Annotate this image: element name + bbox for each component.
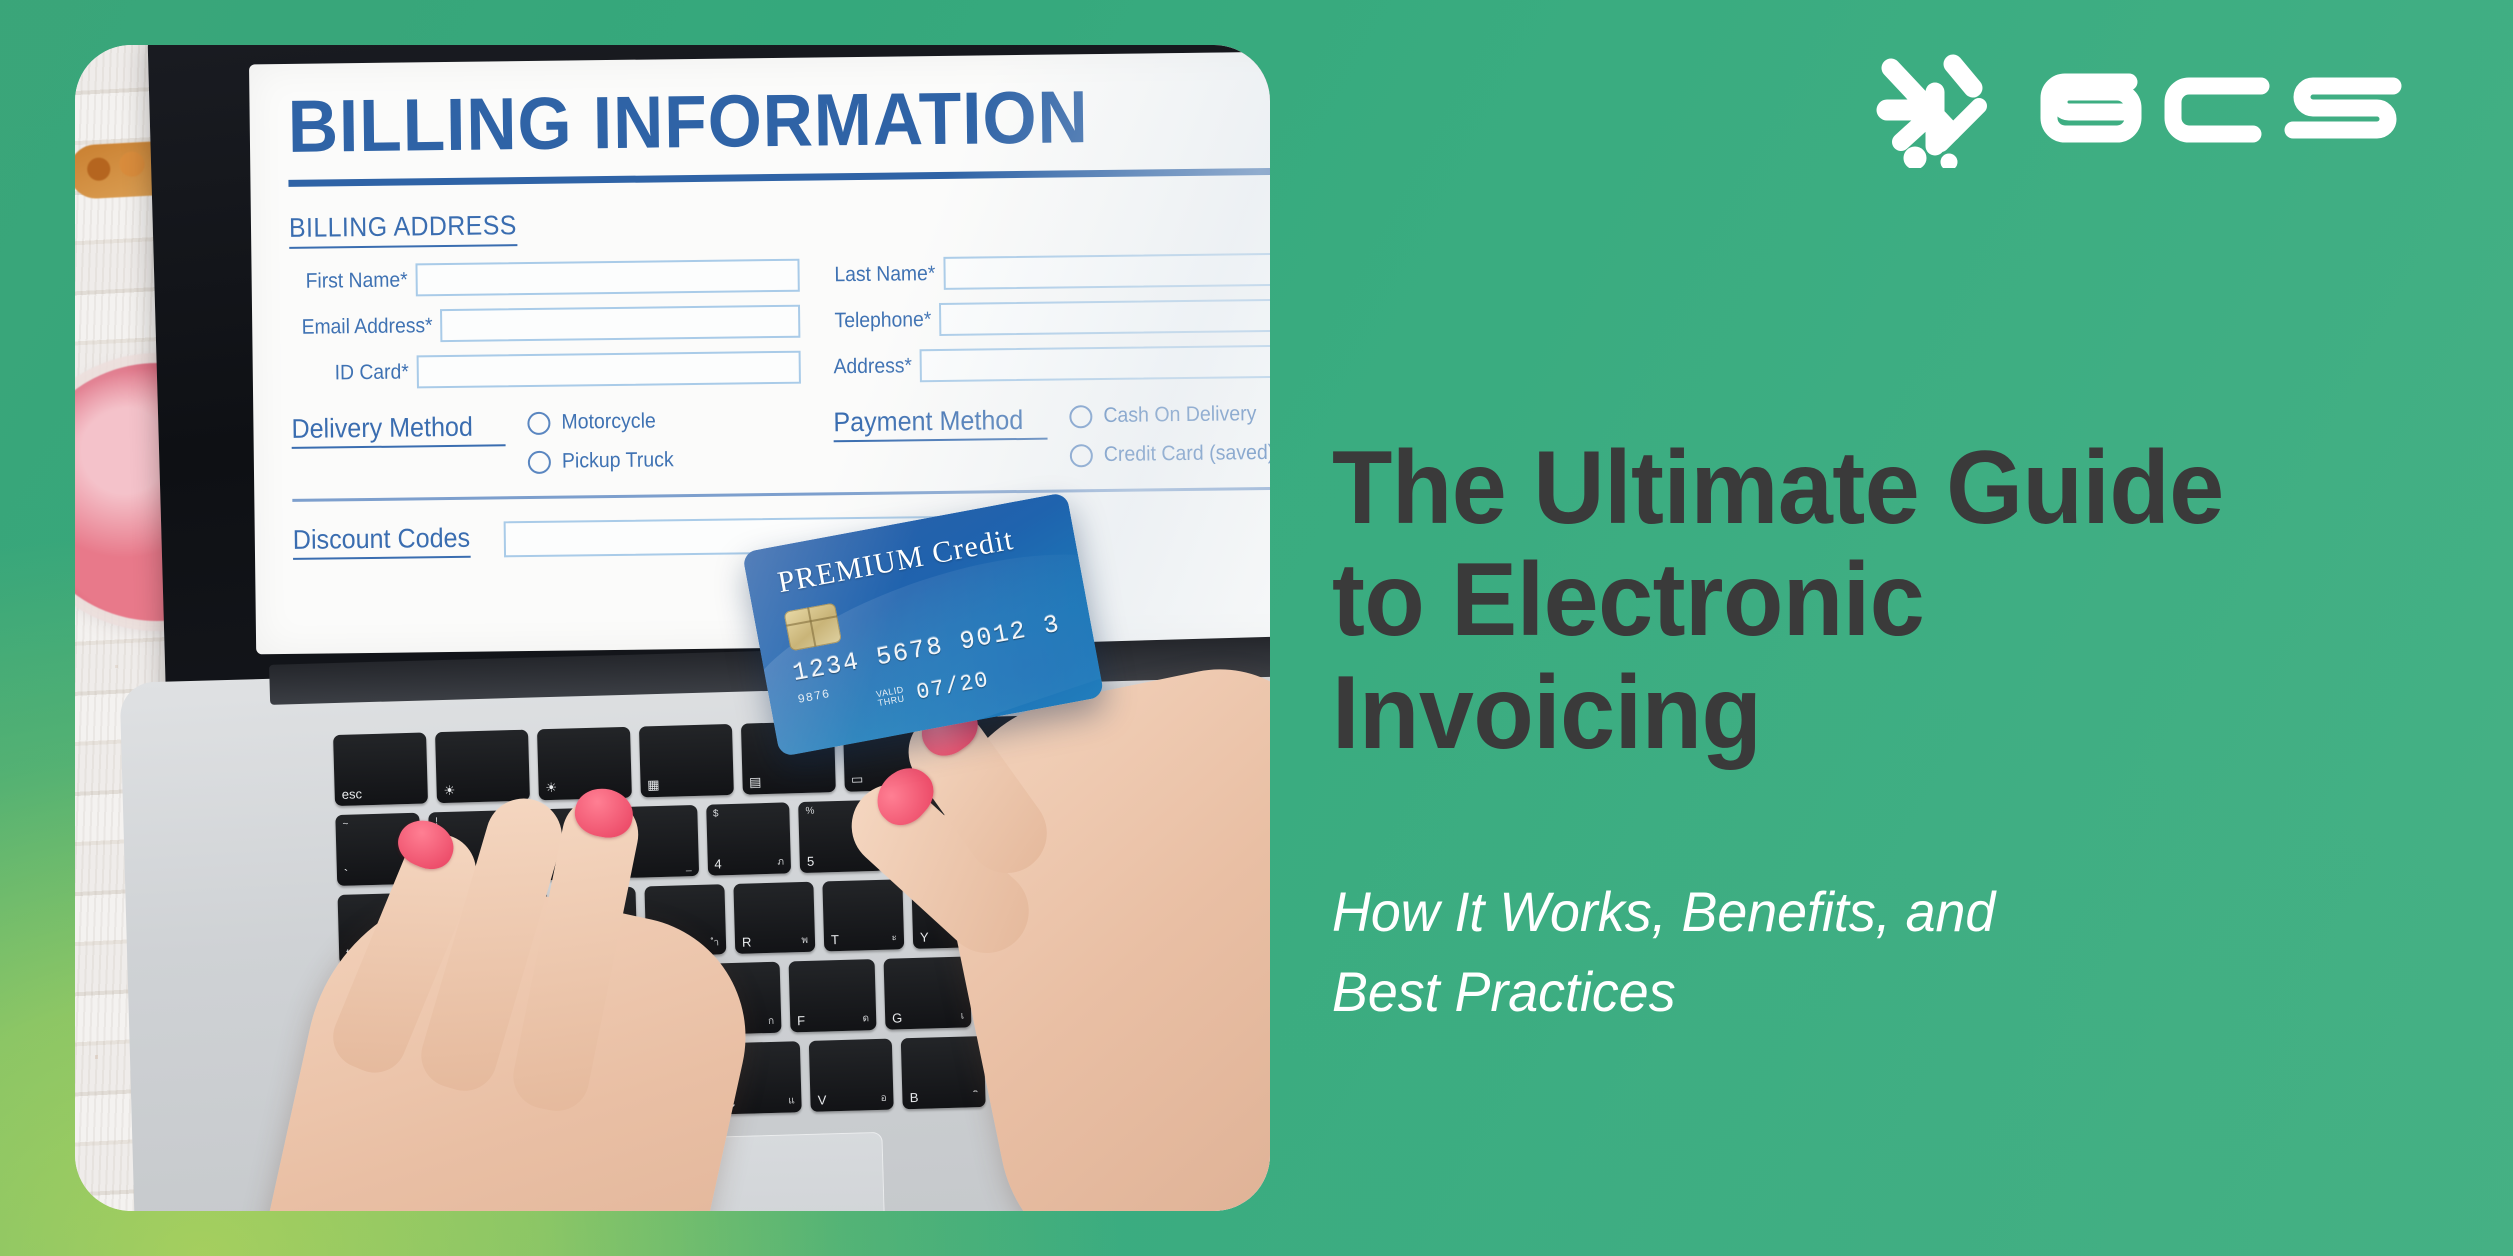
payment-method-heading: Payment Method bbox=[833, 404, 1048, 443]
field-label: ID Card* bbox=[300, 360, 409, 385]
required-marker: * bbox=[401, 359, 409, 384]
radio-icon bbox=[1069, 404, 1093, 428]
delivery-method-heading: Delivery Method bbox=[291, 411, 506, 449]
field-label-text: First Name bbox=[305, 268, 401, 293]
key-b[interactable]: Bิ bbox=[901, 1036, 986, 1110]
radio-icon bbox=[1069, 443, 1093, 467]
delivery-method-options: Motorcycle Pickup Truck bbox=[527, 407, 828, 474]
key-f1-brightness-down[interactable]: ☀ bbox=[434, 729, 530, 803]
required-marker: * bbox=[904, 353, 913, 377]
required-marker: * bbox=[399, 267, 408, 292]
form-title: BILLING INFORMATION bbox=[287, 75, 1090, 168]
field-first-name: First Name* bbox=[289, 258, 800, 298]
radio-icon bbox=[527, 411, 551, 435]
required-marker: * bbox=[923, 307, 932, 331]
field-label: First Name* bbox=[299, 268, 408, 293]
field-label-text: Telephone bbox=[834, 307, 924, 332]
field-label: Telephone* bbox=[834, 308, 931, 333]
radio-icon bbox=[527, 450, 552, 474]
radio-cash-on-delivery[interactable]: Cash On Delivery bbox=[1069, 401, 1270, 428]
ecs-wordmark-icon bbox=[2040, 73, 2402, 143]
required-marker: * bbox=[927, 261, 936, 285]
key-f2-brightness-up[interactable]: ☀ bbox=[536, 726, 632, 801]
headline-line-1: The Ultimate Guide bbox=[1332, 430, 2224, 546]
id-card-input[interactable] bbox=[416, 350, 801, 389]
billing-address-label: BILLING ADDRESS bbox=[288, 210, 518, 249]
radio-label: Credit Card (saved) bbox=[1103, 440, 1270, 466]
form-divider bbox=[292, 486, 1270, 502]
radio-pickup-truck[interactable]: Pickup Truck bbox=[527, 446, 828, 474]
key-esc[interactable]: esc bbox=[333, 732, 428, 806]
field-label-text: Last Name bbox=[834, 261, 928, 286]
key-g[interactable]: Gเ bbox=[883, 956, 972, 1030]
field-address: Address* bbox=[827, 344, 1270, 383]
billing-address-fields: First Name* Last Name* Email Address* Te… bbox=[289, 252, 1270, 390]
address-input[interactable] bbox=[919, 344, 1270, 383]
key-v[interactable]: Vอ bbox=[809, 1038, 895, 1112]
field-label: Address* bbox=[833, 354, 912, 379]
telephone-input[interactable] bbox=[939, 298, 1270, 336]
field-label-text: Email Address bbox=[301, 313, 426, 339]
field-label: Last Name* bbox=[834, 262, 935, 287]
laptop-billing-form-photo: BILLING INFORMATION BILLING ADDRESS Firs… bbox=[75, 45, 1270, 1211]
page-subtitle: How It Works, Benefits, and Best Practic… bbox=[1332, 872, 2350, 1031]
field-label-text: ID Card bbox=[334, 360, 402, 384]
field-label-text: Address bbox=[833, 353, 905, 378]
laptop: BILLING INFORMATION BILLING ADDRESS Firs… bbox=[101, 45, 1270, 1211]
key-t[interactable]: Tะ bbox=[822, 878, 905, 952]
radio-motorcycle[interactable]: Motorcycle bbox=[527, 407, 827, 435]
key-r[interactable]: Rพ bbox=[733, 881, 816, 955]
laptop-lid: BILLING INFORMATION BILLING ADDRESS Firs… bbox=[147, 45, 1270, 712]
key-f[interactable]: Fด bbox=[788, 959, 877, 1033]
field-telephone: Telephone* bbox=[826, 298, 1270, 337]
key-4[interactable]: $4 ภ bbox=[705, 802, 792, 876]
last-name-input[interactable] bbox=[943, 252, 1270, 290]
radio-label: Motorcycle bbox=[561, 409, 656, 434]
field-id-card: ID Card* bbox=[291, 350, 801, 390]
field-email-address: Email Address* bbox=[290, 304, 801, 344]
page-title: The Ultimate Guide to Electronic Invoici… bbox=[1332, 432, 2396, 769]
first-name-input[interactable] bbox=[415, 258, 800, 297]
payment-method-options: Cash On Delivery Credit Card (saved) bbox=[1069, 401, 1270, 467]
method-selection-area: Delivery Method Motorcycle Pickup Truck bbox=[291, 401, 1270, 477]
banner-root: BILLING INFORMATION BILLING ADDRESS Firs… bbox=[0, 0, 2513, 1256]
headline-line-2: to Electronic bbox=[1332, 542, 1925, 659]
headline-line-3: Invoicing bbox=[1332, 654, 1762, 771]
key-f3-mission-control[interactable]: ▦ bbox=[638, 723, 734, 798]
radio-label: Pickup Truck bbox=[561, 448, 674, 473]
radio-label: Cash On Delivery bbox=[1103, 402, 1257, 427]
ecs-burst-icon bbox=[1876, 54, 1987, 168]
form-title-rule bbox=[288, 167, 1270, 187]
brand-logo bbox=[1875, 48, 2417, 168]
radio-credit-card-saved[interactable]: Credit Card (saved) bbox=[1069, 440, 1270, 467]
field-label: Email Address* bbox=[301, 314, 432, 340]
discount-codes-label: Discount Codes bbox=[292, 522, 471, 560]
field-last-name: Last Name* bbox=[825, 252, 1270, 291]
required-marker: * bbox=[424, 313, 433, 337]
email-address-input[interactable] bbox=[440, 304, 801, 343]
subhead-line-2: Best Practices bbox=[1332, 959, 1676, 1023]
subhead-line-1: How It Works, Benefits, and bbox=[1332, 880, 1996, 943]
